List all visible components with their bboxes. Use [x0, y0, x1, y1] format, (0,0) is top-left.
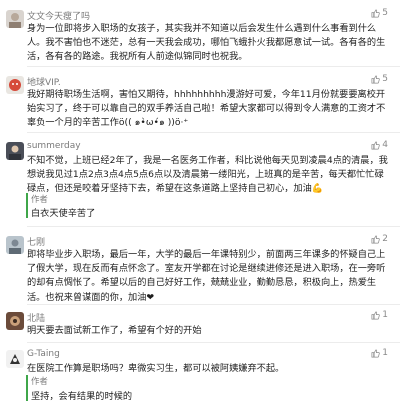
- commenter-name[interactable]: 北陆: [27, 311, 45, 324]
- comment-text: 在医院工作算是职场吗？卑微实习生，都可以被阿姨嫌弃不起。: [27, 363, 285, 374]
- thumbs-up-icon: [371, 235, 380, 243]
- like-button[interactable]: 4: [371, 140, 388, 150]
- reply-text: 坚持，会有结果的时候的: [31, 391, 133, 402]
- like-button[interactable]: 2: [371, 234, 388, 244]
- commenter-name[interactable]: 文文今天瘦了吗: [27, 9, 90, 22]
- like-count: 1: [382, 310, 388, 320]
- comment-text: 不知不觉，上班已经2年了，我是一名医务工作者，科比说他每天见到凌晨4点的清晨，我…: [27, 155, 388, 195]
- comment-item: summerday 4 不知不觉，上班已经2年了，我是一名医务工作者，科比说他每…: [0, 136, 400, 224]
- thumbs-up-icon: [371, 141, 380, 149]
- reply-author: 作者: [31, 376, 48, 386]
- comment-item: 七刚 2 即将毕业步入职场，最后一年，大学的最后一年课特别少，前面两三年课多的怀…: [0, 230, 400, 303]
- comment-text: 身为一位即将步入职场的女孩子，其实我并不知道以后会发生什么遇到什么事看到什么人。…: [27, 23, 386, 63]
- comment-item: G-Taing 1 在医院工作算是职场吗？卑微实习生，都可以被阿姨嫌弃不起。 作…: [0, 344, 400, 408]
- like-button[interactable]: 1: [371, 310, 388, 320]
- reply-author: 作者: [31, 194, 48, 204]
- like-count: 2: [382, 234, 388, 244]
- thumbs-up-icon: [371, 311, 380, 319]
- divider: [27, 132, 400, 133]
- comment-item: 地球VIP. 5 我好期待职场生活啊，害怕又期待，hhhhhhhhh漫游好可爱，…: [0, 70, 400, 130]
- comment-item: 北陆 1 明天要去面试新工作了，希望有个好的开始: [0, 306, 400, 342]
- commenter-name[interactable]: G-Taing: [27, 349, 60, 359]
- like-button[interactable]: 1: [371, 348, 388, 358]
- thumbs-up-icon: [371, 9, 380, 17]
- avatar[interactable]: [6, 236, 24, 254]
- reply-bar: [26, 193, 28, 218]
- comment-text: 我好期待职场生活啊，害怕又期待，hhhhhhhhh漫游好可爱，今年11月份就要要…: [27, 89, 386, 129]
- like-count: 5: [382, 74, 388, 84]
- avatar[interactable]: [6, 10, 24, 28]
- like-count: 5: [382, 8, 388, 18]
- reply-bar: [26, 375, 28, 401]
- avatar[interactable]: [6, 76, 24, 94]
- like-count: 1: [382, 348, 388, 358]
- like-button[interactable]: 5: [371, 8, 388, 18]
- commenter-name[interactable]: summerday: [27, 141, 81, 151]
- divider: [27, 304, 400, 305]
- commenter-name[interactable]: 地球VIP.: [27, 75, 61, 88]
- avatar[interactable]: [6, 312, 24, 330]
- avatar[interactable]: [6, 142, 24, 160]
- divider: [27, 226, 400, 227]
- reply-text: 白衣天使辛苦了: [31, 208, 96, 219]
- thumbs-up-icon: [371, 349, 380, 357]
- thumbs-up-icon: [371, 75, 380, 83]
- divider: [27, 66, 400, 67]
- divider: [27, 342, 400, 343]
- commenter-name[interactable]: 七刚: [27, 235, 45, 248]
- like-count: 4: [382, 140, 388, 150]
- comment-text: 即将毕业步入职场，最后一年，大学的最后一年课特别少，前面两三年课多的怀疑自己上了…: [27, 249, 386, 303]
- comment-item: 文文今天瘦了吗 5 身为一位即将步入职场的女孩子，其实我并不知道以后会发生什么遇…: [0, 4, 400, 64]
- like-button[interactable]: 5: [371, 74, 388, 84]
- avatar[interactable]: [6, 350, 24, 368]
- comment-text: 明天要去面试新工作了，希望有个好的开始: [27, 325, 202, 336]
